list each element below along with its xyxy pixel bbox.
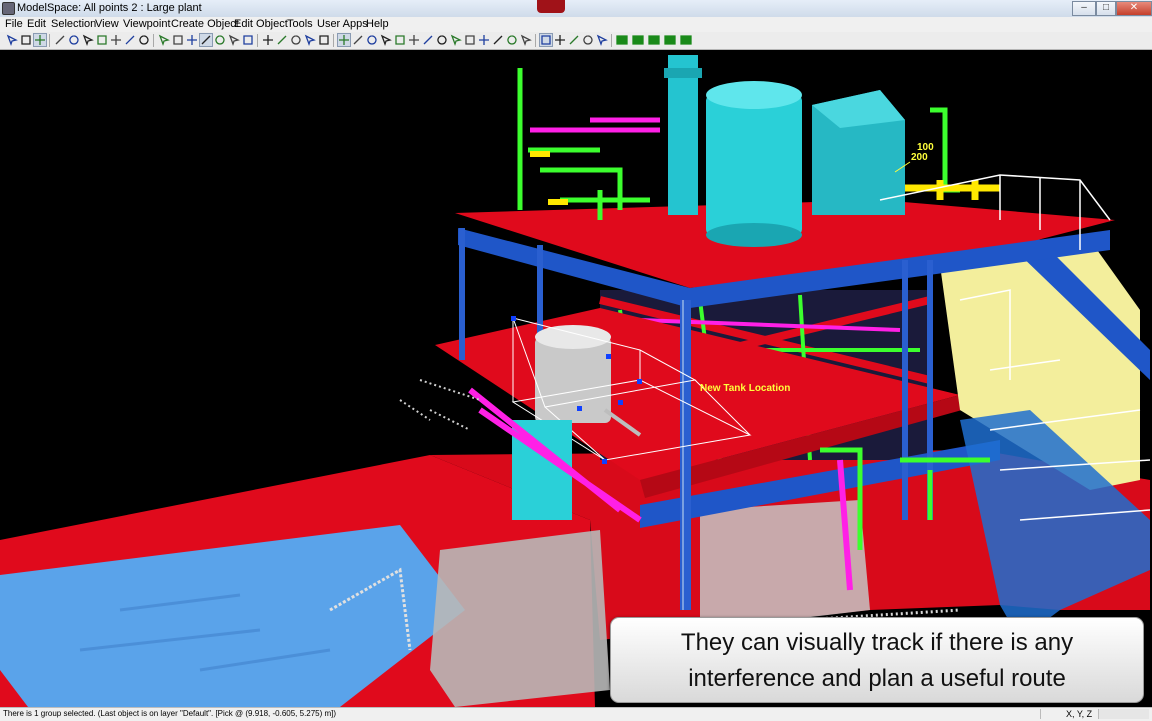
window-title: ModelSpace: All points 2 : Large plant (17, 2, 202, 14)
view-side-icon[interactable] (568, 34, 580, 46)
layers-icon[interactable] (199, 33, 213, 47)
menu-edit[interactable]: Edit (27, 18, 46, 30)
cut-plane-icon[interactable] (214, 34, 226, 46)
beam-icon[interactable] (478, 34, 490, 46)
menu-view[interactable]: View (95, 18, 119, 30)
fit-icon[interactable] (262, 34, 274, 46)
toolbar-separator (535, 34, 536, 47)
caption-box: They can visually track if there is any … (610, 617, 1144, 703)
toolbar-separator (153, 34, 154, 47)
new-tank-location-label: New Tank Location (700, 383, 790, 394)
render-icon[interactable] (582, 34, 594, 46)
rail-icon[interactable] (506, 34, 518, 46)
fence-icon[interactable] (96, 34, 108, 46)
pan-hand-icon[interactable] (33, 33, 47, 47)
filter-icon[interactable] (290, 34, 302, 46)
menu-viewpoint[interactable]: Viewpoint (123, 18, 171, 30)
print-icon[interactable] (596, 34, 608, 46)
menu-create-object[interactable]: Create Object (171, 18, 239, 30)
flange-icon[interactable] (408, 34, 420, 46)
menu-selection[interactable]: Selection (51, 18, 96, 30)
sphere-icon[interactable] (186, 34, 198, 46)
text-icon[interactable] (276, 34, 288, 46)
caption-line-1: They can visually track if there is any (680, 629, 1074, 656)
status-message: There is 1 group selected. (Last object … (3, 709, 337, 718)
tee-icon[interactable] (436, 34, 448, 46)
display-mode-3-icon[interactable] (648, 34, 660, 46)
dimension-icon[interactable] (242, 34, 254, 46)
elevation-label-200: 200 (911, 152, 928, 163)
zoom-region-icon[interactable] (20, 34, 32, 46)
status-bar: There is 1 group selected. (Last object … (0, 707, 1152, 721)
toolbar-separator (257, 34, 258, 47)
view-front-icon[interactable] (554, 34, 566, 46)
minimize-button[interactable]: – (1072, 1, 1096, 16)
menu-help[interactable]: Help (366, 18, 389, 30)
maximize-button[interactable]: □ (1096, 1, 1116, 16)
pencil-icon[interactable] (54, 34, 66, 46)
status-progress-cell (1098, 709, 1149, 719)
line-icon[interactable] (352, 34, 364, 46)
ladder-icon[interactable] (492, 34, 504, 46)
rectangle-icon[interactable] (110, 34, 122, 46)
orbit-icon[interactable] (82, 34, 94, 46)
move-icon[interactable] (68, 34, 80, 46)
toolbar-separator (333, 34, 334, 47)
measure-icon[interactable] (228, 34, 240, 46)
menu-edit-object[interactable]: Edit Object (234, 18, 288, 30)
menu-bar: File Edit Selection View Viewpoint Creat… (0, 17, 1152, 33)
coordinate-mode: X, Y, Z (1066, 709, 1093, 719)
view-top-icon[interactable] (539, 33, 553, 47)
reducer-icon[interactable] (450, 34, 462, 46)
brand-logo (537, 0, 565, 13)
close-button[interactable]: ✕ (1116, 1, 1152, 16)
elbow-icon[interactable] (394, 34, 406, 46)
scanned-wall-grey (430, 530, 610, 707)
app-icon[interactable] (2, 2, 15, 15)
tall-column-cyan (668, 55, 698, 215)
circle-icon[interactable] (124, 34, 136, 46)
select-arrow-icon[interactable] (6, 34, 18, 46)
main-toolbar (0, 32, 1152, 50)
display-mode-2-icon[interactable] (632, 34, 644, 46)
lasso-icon[interactable] (158, 34, 170, 46)
caption-line-2: interference and plan a useful route (688, 665, 1066, 692)
plant-scene[interactable]: 100 200 New Tank Location (0, 50, 1152, 707)
point-icon[interactable] (337, 33, 351, 47)
toolbar-separator (49, 34, 50, 47)
status-divider (1040, 709, 1041, 719)
grid-icon[interactable] (520, 34, 532, 46)
steel-icon[interactable] (464, 34, 476, 46)
3d-viewport[interactable]: 100 200 New Tank Location (0, 50, 1152, 707)
display-mode-4-icon[interactable] (664, 34, 676, 46)
menu-file[interactable]: File (5, 18, 23, 30)
new-tank (535, 337, 611, 423)
menu-tools[interactable]: Tools (287, 18, 313, 30)
box-icon[interactable] (380, 34, 392, 46)
settings-icon[interactable] (172, 34, 184, 46)
display-mode-5-icon[interactable] (680, 34, 692, 46)
toolbar-separator (611, 34, 612, 47)
snap-icon[interactable] (304, 34, 316, 46)
display-mode-1-icon[interactable] (616, 34, 628, 46)
pin-icon[interactable] (318, 34, 330, 46)
big-tank-cyan (706, 95, 802, 235)
cylinder-icon[interactable] (366, 34, 378, 46)
valve-icon[interactable] (422, 34, 434, 46)
menu-user-apps[interactable]: User Apps (317, 18, 368, 30)
polygon-icon[interactable] (138, 34, 150, 46)
title-bar: ModelSpace: All points 2 : Large plant –… (0, 0, 1152, 18)
